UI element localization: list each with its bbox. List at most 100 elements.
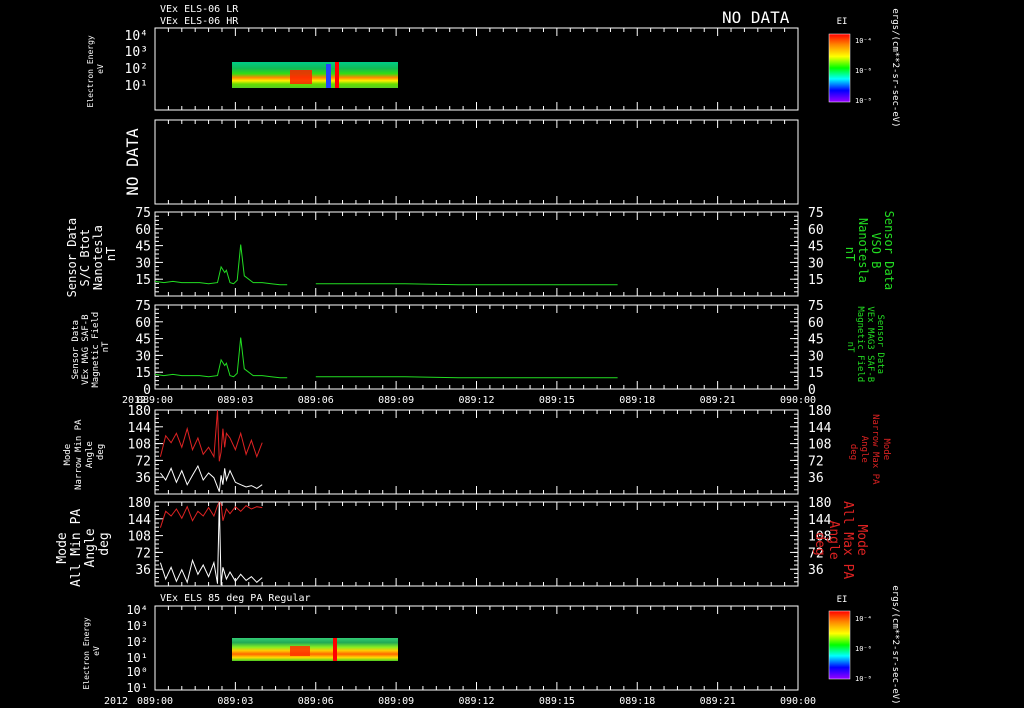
y-axis-label: Mode All Min PA Angle deg [55,501,112,587]
spectrogram-data [232,638,398,661]
colorbar-tick: 10⁻⁴ [855,37,872,45]
all-max-pa-series [159,501,263,528]
time-tick-label: 089:09 [378,395,414,406]
y-tick-label: 10³ [126,619,148,633]
header-no-data: NO DATA [722,8,790,27]
time-tick-label: 089:00 [137,696,173,707]
time-tick-label: 089:03 [217,696,253,707]
panel-spectrogram-bottom: 10⁴ 10³ 10² 10¹ 10⁰ 10¹ Electron Energy … [82,603,799,695]
panel-all-pa: 36 3672 72108 108144 144180 180 Mode All Min … [55,496,869,587]
time-tick-label: 089:06 [298,696,334,707]
colorbar-tick: 10⁻⁶ [855,67,872,75]
btot-series [154,244,618,286]
y-ticks: 15 1530 3045 4560 6075 75 [135,206,824,297]
y-tick-label-right: 75 [808,206,824,221]
right-axis-label: Mode Narrow Max PA Angle deg [848,414,891,490]
x-ticks [167,502,786,586]
y-tick-label: 108 [128,438,151,453]
panel-frame [154,211,799,297]
narrow-max-pa-series [159,409,263,462]
panel-mag: 0 015 1530 3045 4560 6075 75 Sensor Data VEx M… [71,299,885,398]
y-tick-label: 72 [135,454,151,469]
y-tick-label-right: 36 [808,471,824,486]
y-tick-label-right: 15 [808,366,824,381]
x-ticks [167,120,786,204]
y-tick-label: 10¹ [126,681,148,695]
y-tick-label: 15 [135,273,151,288]
right-axis-label: Sensor Data VEx MAG3 SAF-B Magnetic Fiel… [845,306,885,387]
y-tick-label: 45 [135,240,151,255]
colorbar-top: EI 10⁻⁴ 10⁻⁶ 10⁻⁸ ergs/(cm**2-sr-sec-eV) [828,8,900,128]
y-tick-label-right: 75 [808,299,824,314]
time-axis-labels: 2012 089:00 089:03 089:06 089:09 089:12 089:1… [122,395,816,406]
y-axis-label: Sensor Data S/C Btot Nanotesla nT [65,211,118,298]
x-ticks [167,410,786,494]
els-summary-chart: VEx ELS-06 LR VEx ELS-06 HR NO DATA 10⁴ … [55,4,900,707]
mid-caption: VEx ELS 85 deg PA Regular [160,593,311,604]
y-axis-label: Mode Narrow Min PA Angle deg [63,414,106,490]
x-ticks [167,305,786,389]
colorbar-tick: 10⁻⁸ [855,97,872,105]
panel-frame [154,501,799,587]
colorbar-gradient [828,610,851,680]
spectrogram-data [232,62,398,88]
time-tick-label: 089:18 [619,395,655,406]
panel-spectrogram-top: 10⁴ 10³ 10² 10¹ Electron Energy eV [86,27,799,111]
spectrogram-band [333,638,337,661]
spectrogram-band [326,64,331,88]
panel-frame [154,304,799,390]
y-tick-label: 144 [128,513,152,528]
right-axis-label: Sensor Data VSO B Nanotesla nT [843,211,896,298]
spectrogram-hotspot [290,646,310,656]
y-tick-label: 10¹ [125,79,148,94]
y-tick-label-right: 60 [808,223,824,238]
header-line-1: VEx ELS-06 LR [160,4,239,15]
panel-no-data: NO DATA [123,119,799,205]
y-tick-label: 36 [135,471,151,486]
y-tick-label: 10⁴ [125,29,148,44]
y-tick-label-right: 108 [808,438,831,453]
y-tick-label: 36 [135,563,151,578]
time-tick-label: 089:15 [539,395,575,406]
y-tick-label: 144 [128,421,152,436]
time-tick-label: 089:03 [217,395,253,406]
colorbar-tick: 10⁻⁴ [855,615,872,623]
panel-frame [154,409,799,495]
y-tick-labels: 10⁴ 10³ 10² 10¹ 10⁰ 10¹ [126,603,148,695]
time-tick-label: 089:12 [458,696,494,707]
panel-frame [154,119,799,205]
panel-narrow-pa: 36 3672 72108 108144 144180 180 Mode Narrow M… [63,404,891,495]
all-min-pa-series [159,501,263,586]
y-tick-label-right: 30 [808,256,824,271]
header-line-2: VEx ELS-06 HR [160,16,239,27]
time-tick-label: 089:12 [458,395,494,406]
time-tick-label: 090:00 [780,696,816,707]
time-axis-labels: 2012 089:00 089:03 089:06 089:09 089:12 089:1… [104,696,816,707]
y-tick-label: 10⁰ [126,665,148,679]
y-tick-label-right: 45 [808,333,824,348]
y-tick-label-right: 180 [808,496,831,511]
y-tick-label-right: 180 [808,404,831,419]
y-tick-label: 10⁴ [126,603,148,617]
panel-btot: 15 1530 3045 4560 6075 75 Sensor Data S/C Bto… [65,206,896,297]
year-label: 2012 [104,696,128,707]
y-tick-label: 10² [125,62,148,77]
y-tick-label-right: 36 [808,563,824,578]
time-tick-label: 089:06 [298,395,334,406]
y-tick-label: 15 [135,366,151,381]
y-tick-label: 10² [126,635,148,649]
time-tick-label: 089:21 [700,696,736,707]
y-tick-label: 180 [128,496,151,511]
mag-series [154,337,618,379]
colorbar-tick: 10⁻⁸ [855,675,872,683]
y-tick-label: 108 [128,530,151,545]
y-axis-label: Sensor Data VEx MAG SAF-B Magnetic Field… [71,306,111,387]
time-tick-label: 089:09 [378,696,414,707]
y-tick-labels: 10⁴ 10³ 10² 10¹ [125,29,148,94]
y-tick-label-right: 144 [808,421,832,436]
time-tick-label: 089:15 [539,696,575,707]
x-ticks [167,212,786,296]
time-tick-label: 089:21 [700,395,736,406]
y-tick-label: 72 [135,546,151,561]
y-axis-label: Electron Energy eV [86,30,105,107]
